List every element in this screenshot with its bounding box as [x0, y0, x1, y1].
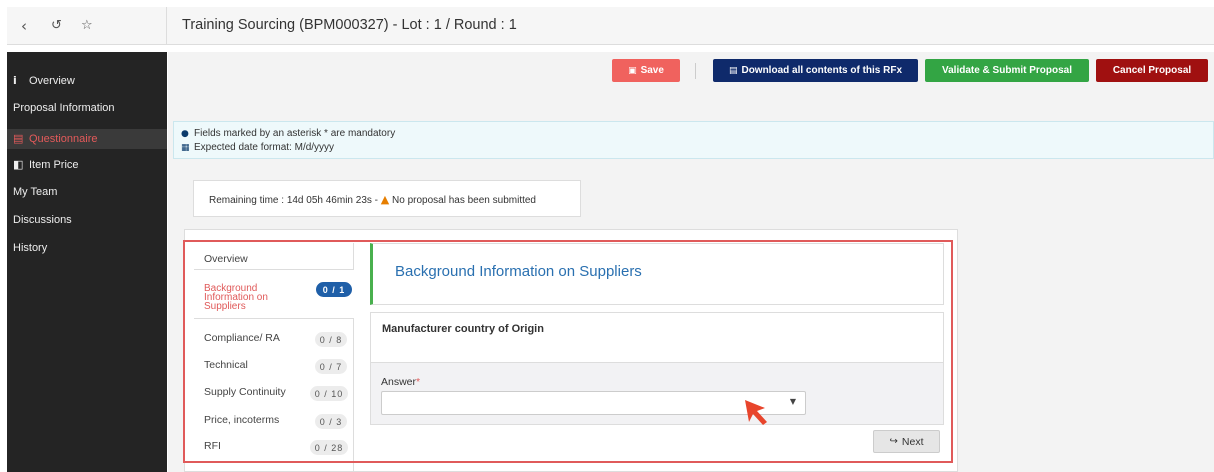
- sidebar-item-label: Discussions: [13, 214, 72, 226]
- sidebar-item-label: History: [13, 242, 48, 254]
- sidebar-item-label: Questionnaire: [29, 133, 98, 145]
- chevron-left-icon[interactable]: ‹: [21, 17, 27, 35]
- sidebar-item-label: Item Price: [29, 159, 79, 171]
- top-bar: ‹ ↺ ☆ Training Sourcing (BPM000327) - Lo…: [7, 7, 1214, 45]
- save-button[interactable]: ▣ Save: [612, 59, 680, 82]
- nav-icons: ‹ ↺ ☆: [7, 7, 167, 45]
- sidebar-item-my-team[interactable]: My Team: [13, 186, 57, 198]
- sidebar-item-overview[interactable]: i Overview: [13, 74, 75, 87]
- date-format-note: ▦ Expected date format: M/d/yyyy: [181, 142, 335, 153]
- save-icon: ▣: [628, 65, 637, 76]
- sidebar-item-history[interactable]: History: [13, 242, 47, 254]
- info-circle-icon: ●: [181, 129, 189, 139]
- info-icon: i: [13, 74, 17, 87]
- remaining-time-label: Remaining time :: [209, 195, 285, 206]
- cancel-proposal-button[interactable]: Cancel Proposal: [1096, 59, 1208, 82]
- remaining-time-value: 14d 05h 46min 23s -: [286, 195, 378, 206]
- warning-text: No proposal has been submitted: [392, 195, 536, 206]
- info-box: ● Fields marked by an asterisk * are mand…: [173, 121, 1214, 159]
- highlight-frame: [183, 240, 953, 463]
- sidebar-item-discussions[interactable]: Discussions: [13, 214, 72, 226]
- pointer-arrow-icon: [745, 400, 767, 425]
- sidebar: i Overview Proposal Information ▤ Question…: [7, 52, 167, 472]
- page-title: Training Sourcing (BPM000327) - Lot : 1 …: [182, 17, 517, 33]
- sidebar-item-label: My Team: [13, 186, 58, 198]
- warning-icon: ▲: [380, 193, 390, 206]
- sidebar-item-questionnaire[interactable]: ▤ Questionnaire: [13, 132, 98, 145]
- validate-submit-button[interactable]: Validate & Submit Proposal: [925, 59, 1089, 82]
- remaining-time-box: Remaining time : 14d 05h 46min 23s - ▲ N…: [193, 180, 581, 217]
- list-icon: ▤: [13, 132, 24, 145]
- sidebar-item-item-price[interactable]: ◧ Item Price: [13, 158, 79, 171]
- sidebar-item-label: Proposal Information: [13, 102, 115, 114]
- sidebar-item-label: Overview: [29, 75, 75, 87]
- toolbar-divider: [695, 63, 696, 79]
- star-icon[interactable]: ☆: [81, 18, 93, 33]
- download-all-button[interactable]: ▤ Download all contents of this RFx: [713, 59, 918, 82]
- file-icon: ▤: [728, 65, 738, 76]
- mandatory-note: ● Fields marked by an asterisk * are mand…: [181, 128, 396, 139]
- sidebar-item-proposal-information[interactable]: Proposal Information: [13, 102, 115, 114]
- book-icon: ◧: [13, 158, 24, 171]
- history-icon[interactable]: ↺: [51, 18, 62, 33]
- calendar-icon: ▦: [181, 143, 190, 153]
